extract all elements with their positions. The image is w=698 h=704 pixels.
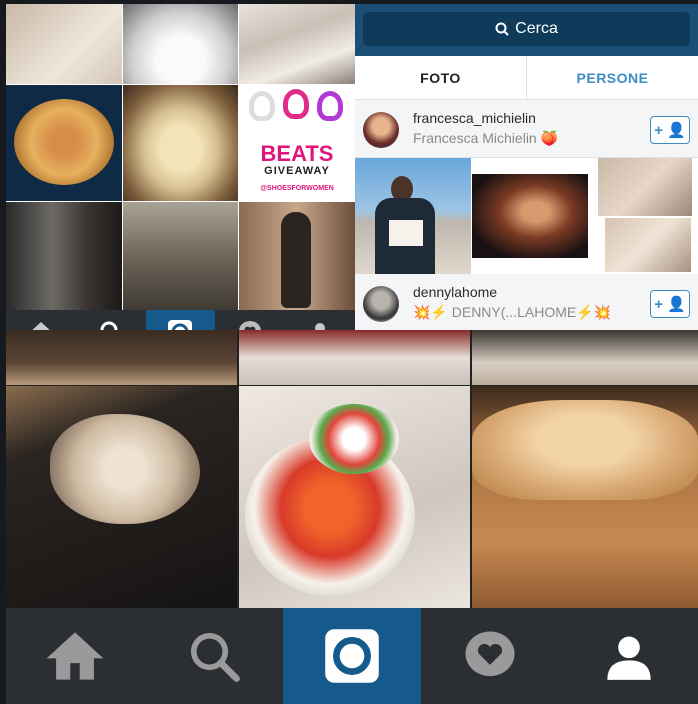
activity-icon — [465, 631, 515, 677]
search-label: Cerca — [515, 20, 558, 37]
photo-pizza[interactable] — [6, 85, 122, 201]
photo-fashion-woman[interactable] — [239, 202, 355, 310]
tab-home[interactable] — [6, 608, 144, 704]
user-result[interactable]: francesca_michielin Francesca Michielin … — [355, 100, 698, 158]
tab-persone[interactable]: PERSONE — [526, 56, 698, 99]
profile-icon — [607, 636, 651, 680]
result-username: dennylahome — [413, 284, 498, 300]
search-segment-control: FOTO PERSONE — [355, 56, 698, 100]
photo-pasta[interactable] — [123, 85, 238, 201]
search-icon — [495, 22, 509, 36]
zoomed-grid-screenshot — [6, 330, 698, 704]
beats-title: BEATS — [260, 141, 334, 166]
user-result[interactable]: dennylahome 💥⚡ DENNY(...LAHOME⚡💥 + 👤 — [355, 274, 698, 332]
photo-wedding-dress[interactable] — [123, 4, 238, 84]
photo-strip[interactable] — [239, 330, 470, 385]
search-screenshot: Cerca FOTO PERSONE francesca_michielin F… — [355, 4, 698, 332]
tab-activity[interactable] — [421, 608, 559, 704]
preview-photo[interactable] — [605, 218, 691, 272]
photo-beats-giveaway[interactable]: BEATS GIVEAWAY @SHOESFORWOMEN — [239, 85, 355, 201]
photo-veggie-bowl[interactable] — [239, 386, 470, 608]
photo-strip[interactable] — [472, 330, 698, 385]
follow-button[interactable]: + 👤 — [650, 116, 690, 144]
preview-photo[interactable] — [355, 158, 471, 274]
result-username: francesca_michielin — [413, 110, 536, 126]
home-icon — [46, 632, 104, 680]
preview-photo[interactable] — [472, 174, 588, 258]
bottom-tab-bar-zoomed — [6, 608, 698, 704]
photo-baked-pie[interactable] — [472, 386, 698, 608]
avatar — [363, 286, 399, 322]
search-input[interactable]: Cerca — [363, 12, 690, 46]
result-fullname: 💥⚡ DENNY(...LAHOME⚡💥 — [413, 304, 612, 320]
beats-handle: @SHOESFORWOMEN — [260, 185, 334, 192]
tab-profile[interactable] — [560, 608, 698, 704]
photo-couple[interactable] — [6, 202, 122, 310]
tab-foto[interactable]: FOTO — [355, 56, 526, 99]
avatar — [363, 112, 399, 148]
preview-photo[interactable] — [598, 158, 692, 216]
photo-interior-hall[interactable] — [123, 202, 238, 310]
photo-magazines[interactable] — [239, 4, 355, 84]
photo-strip[interactable] — [6, 330, 237, 385]
explore-grid-screenshot: BEATS GIVEAWAY @SHOESFORWOMEN — [6, 4, 355, 354]
tab-camera[interactable] — [282, 608, 422, 704]
tab-search[interactable] — [144, 608, 282, 704]
search-icon — [190, 632, 240, 682]
beats-subtitle: GIVEAWAY — [264, 165, 330, 177]
photo-phone-hand[interactable] — [6, 4, 122, 84]
search-bar: Cerca — [355, 4, 698, 56]
camera-icon — [325, 629, 379, 683]
photo-tuna-salad[interactable] — [6, 386, 237, 608]
follow-button[interactable]: + 👤 — [650, 290, 690, 318]
result-fullname: Francesca Michielin 🍑 — [413, 130, 559, 146]
